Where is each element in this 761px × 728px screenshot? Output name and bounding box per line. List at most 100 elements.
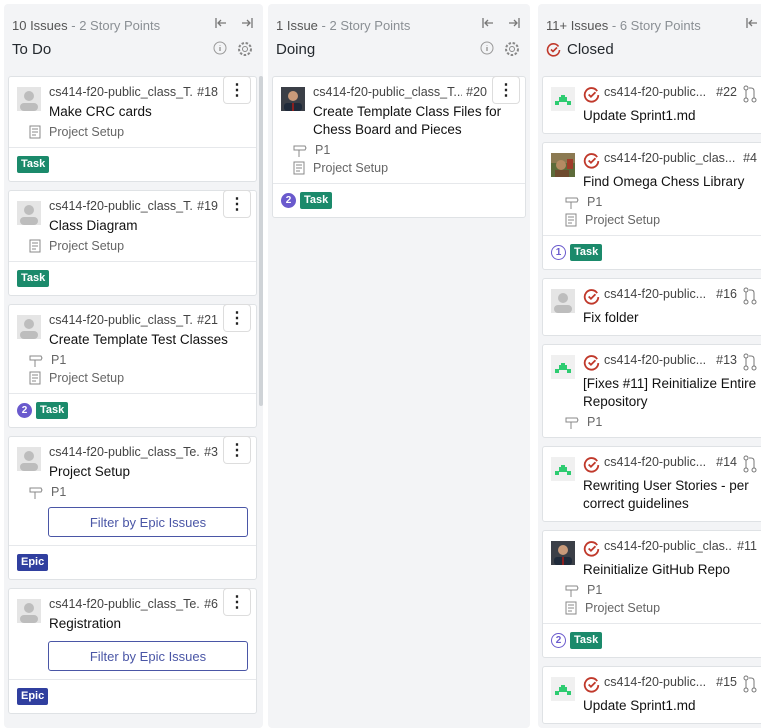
estimate-badge: 2 (17, 403, 32, 418)
priority-label: P1 (565, 195, 757, 209)
avatar (17, 599, 41, 623)
issue-number: #6 (204, 597, 218, 611)
avatar (281, 87, 305, 111)
closed-icon (583, 457, 600, 473)
issue-title[interactable]: Fix folder (583, 309, 757, 327)
task-label: Task (300, 192, 333, 209)
more-menu-button[interactable]: ⋮ (224, 437, 250, 463)
pipeline-name: Closed (567, 41, 614, 58)
avatar (551, 677, 575, 701)
signpost-icon (565, 197, 579, 209)
issue-card[interactable]: cs414-f20-public... #22 Update Sprint1.md (542, 76, 761, 134)
repo-name: cs414-f20-public... (604, 675, 707, 689)
issue-title[interactable]: Registration (49, 615, 248, 633)
priority-value: P1 (51, 353, 67, 367)
issue-number: #15 (716, 675, 737, 689)
epic-icon (29, 239, 41, 253)
issue-number: #11 (737, 539, 757, 553)
task-label: Task (570, 244, 603, 261)
epic-label: Project Setup (293, 161, 517, 175)
issue-title[interactable]: Class Diagram (49, 217, 248, 235)
pipeline-title: Doing (276, 41, 316, 58)
repo-name: cs414-f20-public... (604, 287, 707, 301)
story-points: - 6 Story Points (608, 18, 701, 33)
issue-card[interactable]: cs414-f20-public_class_T... #20 Create T… (272, 76, 526, 218)
issue-title[interactable]: [Fixes #11] Reinitialize Entire Reposito… (583, 375, 757, 411)
priority-label: P1 (565, 415, 757, 429)
issue-card[interactable]: cs414-f20-public_class_Te... #6 Registra… (8, 588, 257, 714)
more-menu-button[interactable]: ⋮ (224, 77, 250, 103)
pipeline-title: To Do (12, 41, 52, 58)
issue-title[interactable]: Rewriting User Stories - per correct gui… (583, 477, 757, 513)
issue-card[interactable]: cs414-f20-public_class_T... #19 Class Di… (8, 190, 257, 296)
pull-request-icon (743, 353, 757, 371)
pipeline-closed: 11+ Issues - 6 Story Points Closed cs414… (538, 4, 761, 728)
issue-card[interactable]: cs414-f20-public_class_T... #21 Create T… (8, 304, 257, 428)
epic-icon (29, 371, 41, 385)
info-icon[interactable] (480, 41, 494, 57)
issue-number: #14 (716, 455, 737, 469)
filter-epic-button[interactable]: Filter by Epic Issues (48, 507, 248, 537)
issue-title[interactable]: Create Template Class Files for Chess Bo… (313, 103, 517, 139)
issue-title[interactable]: Reinitialize GitHub Repo (583, 561, 757, 579)
avatar (17, 201, 41, 225)
issue-card[interactable]: cs414-f20-public... #14 Rewriting User Sto… (542, 446, 761, 522)
signpost-icon (29, 355, 43, 367)
issue-card[interactable]: cs414-f20-public... #15 Update Sprint1.md (542, 666, 761, 724)
avatar (551, 541, 575, 565)
issue-card[interactable]: cs414-f20-public... #13 [Fixes #11] Reinit… (542, 344, 761, 438)
collapse-left-icon[interactable] (746, 17, 758, 29)
pipeline-header: 1 Issue - 2 Story Points Doing (268, 4, 530, 70)
issue-number: #16 (716, 287, 737, 301)
closed-icon (583, 153, 600, 169)
gear-icon[interactable] (237, 41, 253, 57)
issue-title[interactable]: Make CRC cards (49, 103, 248, 121)
issue-card[interactable]: cs414-f20-public_clas... #11 Reinitialize … (542, 530, 761, 658)
closed-icon (583, 87, 600, 103)
pipeline-stats: 10 Issues - 2 Story Points (12, 18, 160, 33)
signpost-icon (565, 585, 579, 597)
signpost-icon (293, 145, 307, 157)
scrollbar[interactable] (259, 76, 263, 406)
repo-name: cs414-f20-public_class_T... (49, 313, 194, 327)
repo-name: cs414-f20-public... (604, 353, 707, 367)
collapse-left-icon[interactable] (215, 17, 227, 29)
avatar (551, 457, 575, 481)
epic-name: Project Setup (49, 371, 125, 385)
issue-number: #3 (204, 445, 218, 459)
more-menu-button[interactable]: ⋮ (224, 589, 250, 615)
issue-card[interactable]: cs414-f20-public_clas... #4 Find Omega Che… (542, 142, 761, 270)
collapse-right-icon[interactable] (508, 17, 520, 29)
issue-count: 11+ Issues (546, 18, 609, 33)
issue-number: #13 (716, 353, 737, 367)
info-icon[interactable] (213, 41, 227, 57)
epic-label: Project Setup (29, 239, 248, 253)
issue-card[interactable]: cs414-f20-public_class_Te... #3 Project … (8, 436, 257, 580)
issue-card[interactable]: cs414-f20-public_class_T... #18 Make CRC… (8, 76, 257, 182)
issue-card[interactable]: cs414-f20-public... #16 Fix folder (542, 278, 761, 336)
issue-title[interactable]: Project Setup (49, 463, 248, 481)
issue-title[interactable]: Find Omega Chess Library (583, 173, 757, 191)
pipeline-doing: 1 Issue - 2 Story Points Doing cs414-f20… (268, 4, 530, 728)
priority-label: P1 (293, 143, 517, 157)
repo-name: cs414-f20-public_class_T... (49, 199, 194, 213)
pipeline-header: 10 Issues - 2 Story Points To Do (4, 4, 263, 70)
issue-title[interactable]: Update Sprint1.md (583, 697, 757, 715)
collapse-left-icon[interactable] (482, 17, 494, 29)
avatar (551, 289, 575, 313)
priority-value: P1 (587, 583, 603, 597)
more-menu-button[interactable]: ⋮ (224, 305, 250, 331)
more-menu-button[interactable]: ⋮ (493, 77, 519, 103)
task-label: Task (17, 156, 50, 173)
card-list: cs414-f20-public_class_T... #20 Create T… (272, 76, 526, 226)
more-menu-button[interactable]: ⋮ (224, 191, 250, 217)
gear-icon[interactable] (504, 41, 520, 57)
issue-title[interactable]: Update Sprint1.md (583, 107, 757, 125)
issue-title[interactable]: Create Template Test Classes (49, 331, 248, 349)
pipeline-stats: 11+ Issues - 6 Story Points (546, 18, 701, 33)
collapse-right-icon[interactable] (241, 17, 253, 29)
avatar (17, 447, 41, 471)
filter-epic-button[interactable]: Filter by Epic Issues (48, 641, 248, 671)
closed-icon (583, 677, 600, 693)
repo-name: cs414-f20-public_class_T... (49, 85, 194, 99)
